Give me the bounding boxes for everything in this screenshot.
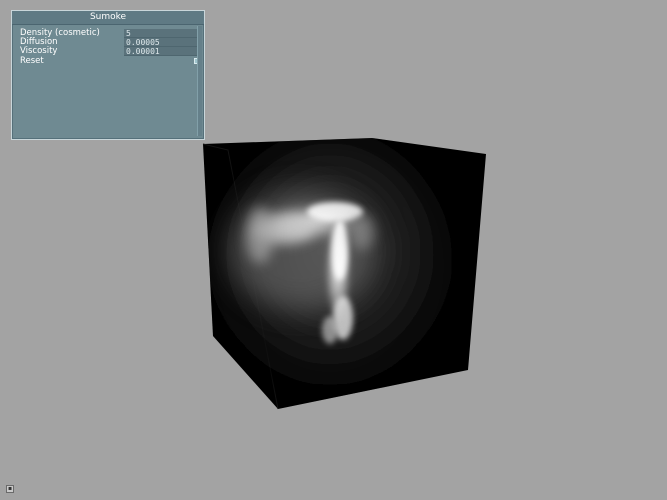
param-row-reset[interactable]: Reset <box>20 56 200 66</box>
smoke-volume <box>210 138 450 395</box>
param-label-viscosity: Viscosity <box>20 46 58 56</box>
panel-title[interactable]: Sumoke <box>12 11 204 25</box>
param-field-viscosity[interactable]: 0.00001 <box>124 47 200 56</box>
param-field-density[interactable]: 5 <box>124 29 200 38</box>
param-row-viscosity[interactable]: Viscosity 0.00001 <box>20 46 200 56</box>
tweak-panel[interactable]: Sumoke Density (cosmetic) 5 Diffusion 0.… <box>11 10 205 140</box>
minimize-icon[interactable]: ▪ <box>6 485 14 493</box>
panel-scrollbar[interactable] <box>197 26 202 136</box>
param-field-diffusion[interactable]: 0.00005 <box>124 38 200 47</box>
viewport[interactable]: Sumoke Density (cosmetic) 5 Diffusion 0.… <box>0 0 667 500</box>
reset-label: Reset <box>20 56 44 66</box>
